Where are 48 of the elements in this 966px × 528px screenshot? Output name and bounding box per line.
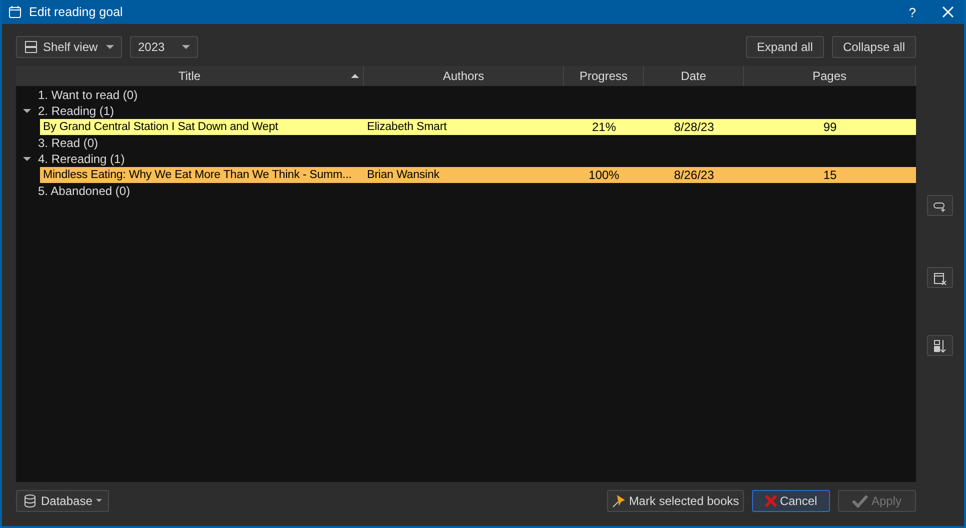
year-dropdown[interactable]: 2023 — [130, 36, 198, 58]
table-cell-text: 21% — [590, 120, 618, 134]
close-icon[interactable] — [942, 6, 954, 18]
calendar-button[interactable] — [927, 267, 953, 288]
table-cell-text: 100% — [588, 168, 620, 182]
group-label[interactable]: 1. Want to read (0) — [38, 88, 138, 102]
close-icon — [764, 494, 777, 506]
table-cell-text: 8/28/23 — [672, 120, 716, 134]
group-label[interactable]: 4. Rereading (1) — [38, 152, 125, 166]
column-header[interactable]: Date — [644, 66, 744, 86]
table-cell-text: 8/26/23 — [672, 168, 716, 182]
help-button[interactable]: ? — [908, 4, 916, 20]
sort-arrow-icon — [351, 74, 359, 78]
dialog-button[interactable]: Cancel — [752, 490, 830, 512]
view-dropdown[interactable]: Shelf view — [16, 36, 122, 58]
table-cell-text: Mindless Eating: Why We Eat More Than We Think - Summ... — [42, 169, 353, 181]
caret-icon — [106, 45, 114, 49]
toolbar-button[interactable]: Collapse all — [832, 36, 916, 58]
caret-icon — [96, 499, 102, 502]
database-dropdown[interactable]: Database — [16, 490, 110, 512]
group-label[interactable]: 2. Reading (1) — [38, 104, 114, 118]
sort-icon — [933, 338, 947, 352]
book-row[interactable]: By Grand Central Station I Sat Down and Wept Elizabeth Smart 21% 8/28/23 99 — [40, 119, 916, 135]
table-cell-text: 15 — [822, 168, 838, 182]
expand-arrow-icon[interactable] — [23, 109, 31, 113]
database-icon — [23, 494, 37, 508]
toolbar-button[interactable]: Expand all — [746, 36, 824, 58]
dialog-button[interactable]: Mark selected books — [606, 490, 744, 512]
table-cell-text: Brian Wansink — [366, 169, 440, 181]
calendar-icon — [933, 270, 947, 284]
book-row[interactable]: Mindless Eating: Why We Eat More Than We Think - Summ... Brian Wansink 100% 8/26/23 15 — [40, 167, 916, 183]
calendar-icon — [8, 5, 22, 19]
table-cell-text: Elizabeth Smart — [366, 121, 448, 133]
link-button[interactable] — [927, 195, 953, 216]
column-header[interactable]: Progress — [564, 66, 644, 86]
table-cell-text: 99 — [822, 120, 838, 134]
shelf-icon — [24, 40, 38, 54]
column-header[interactable]: Authors — [364, 66, 564, 86]
group-label[interactable]: 3. Read (0) — [38, 136, 98, 150]
expand-arrow-icon[interactable] — [23, 157, 31, 161]
check-icon — [852, 494, 868, 508]
caret-icon — [182, 45, 190, 49]
group-label[interactable]: 5. Abandoned (0) — [38, 184, 130, 198]
sort-button[interactable] — [927, 335, 953, 356]
column-header[interactable]: Pages — [744, 66, 916, 86]
column-header[interactable]: Title — [16, 66, 364, 86]
window-title: Edit reading goal — [29, 5, 123, 19]
table-cell-text: By Grand Central Station I Sat Down and Wept — [42, 121, 280, 133]
